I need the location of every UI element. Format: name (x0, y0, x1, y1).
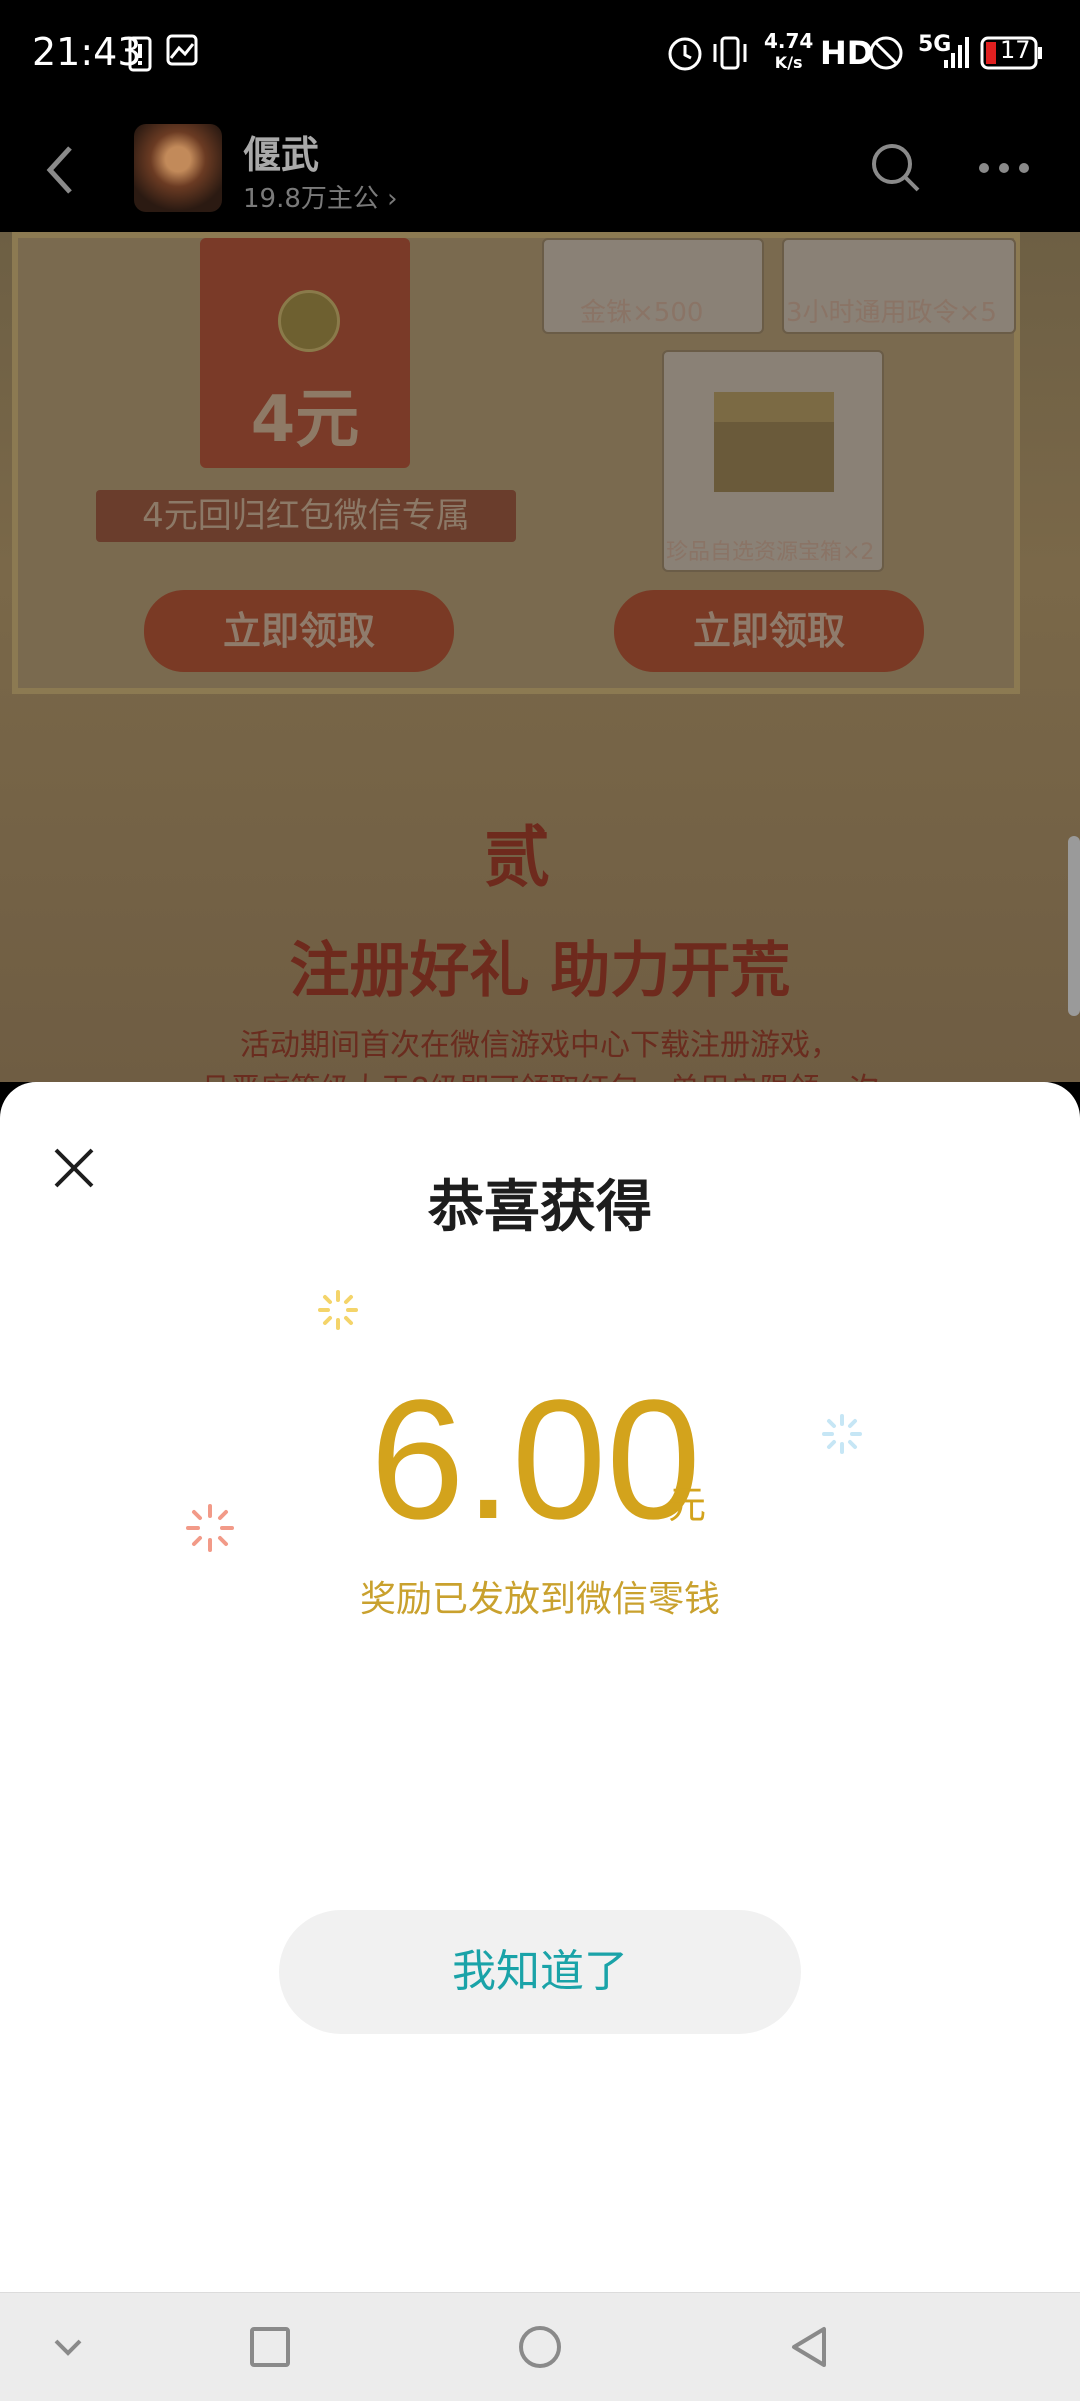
app-header: 偃武 19.8万主公 › (0, 110, 1080, 232)
reward-item-chest-label: 珍品自选资源宝箱×2 (666, 540, 875, 565)
treasure-chest-icon (714, 392, 834, 492)
reward-sheet: 恭喜获得 6.00 元 奖励已发放到微信零钱 我知道了 (0, 1082, 1080, 2292)
red-packet-ribbon: 4元回归红包微信专属 (96, 490, 516, 542)
section-desc-line1: 活动期间首次在微信游戏中心下载注册游戏， (240, 1028, 840, 1063)
section-emblem: 贰 (484, 819, 550, 896)
reward-notice: 奖励已发放到微信零钱 (359, 1579, 720, 1620)
net-speed-unit: K/s (774, 53, 803, 72)
more-icon[interactable] (976, 160, 1032, 176)
reward-unit: 元 (668, 1483, 707, 1527)
vibrate-icon (713, 36, 747, 70)
net-speed-value: 4.74 (764, 29, 814, 53)
back-arrow-icon[interactable] (40, 142, 80, 198)
scrollbar[interactable] (1068, 836, 1080, 1016)
section-desc-line2: 且严庭等级大于8级即可领取红包，单用户限领一次 (0, 1064, 1080, 1082)
red-packet-amount: 4元 (250, 383, 360, 457)
reward-panel: 4元 4元回归红包微信专属 金铢×500 3小时通用政令×5 珍品自选资源宝箱×… (12, 232, 1020, 694)
search-icon[interactable] (868, 140, 924, 196)
status-time: 21:43 (32, 30, 142, 74)
claim-button-left[interactable]: 立即领取 (144, 590, 454, 672)
back-triangle-icon[interactable] (784, 2321, 836, 2373)
chevron-right-icon: › (387, 184, 398, 214)
recents-square-icon[interactable] (244, 2321, 296, 2373)
reward-item-orders-label: 3小时通用政令×5 (786, 298, 997, 328)
red-packet-card: 4元 (200, 238, 410, 468)
avatar[interactable] (134, 124, 222, 212)
home-circle-icon[interactable] (514, 2321, 566, 2373)
claim-button-right[interactable]: 立即领取 (614, 590, 924, 672)
battery-alert-icon (128, 36, 152, 72)
alarm-icon (668, 37, 702, 71)
follower-count-text: 19.8万主公 (243, 184, 379, 214)
background-page: 4元 4元回归红包微信专属 金铢×500 3小时通用政令×5 珍品自选资源宝箱×… (0, 232, 1080, 1082)
image-icon (166, 34, 198, 66)
signal-bars-icon (944, 37, 969, 68)
sparkle-icon-red (186, 1504, 234, 1552)
reward-item-gold-label: 金铢×500 (580, 298, 704, 328)
coin-icon (278, 290, 340, 352)
page-title: 偃武 (243, 133, 320, 177)
no-sim-icon (869, 36, 903, 70)
system-navbar (0, 2292, 1080, 2401)
chevron-down-icon[interactable] (42, 2321, 94, 2373)
net-speed: 4.74 K/s (764, 30, 813, 74)
sparkle-icon-blue (822, 1414, 862, 1454)
section-title: 注册好礼 助力开荒 (289, 936, 791, 1006)
battery-level: 17 (1000, 36, 1031, 64)
follower-count[interactable]: 19.8万主公 › (243, 178, 398, 215)
status-bar: 21:43 4.74 K/s HD 5G 17 (0, 0, 1080, 110)
sparkle-icon-yellow (318, 1290, 358, 1330)
acknowledge-button[interactable]: 我知道了 (279, 1910, 801, 2034)
sheet-title: 恭喜获得 (428, 1175, 652, 1240)
reward-amount: 6.00 (370, 1365, 701, 1555)
hd-indicator: HD (820, 34, 874, 72)
